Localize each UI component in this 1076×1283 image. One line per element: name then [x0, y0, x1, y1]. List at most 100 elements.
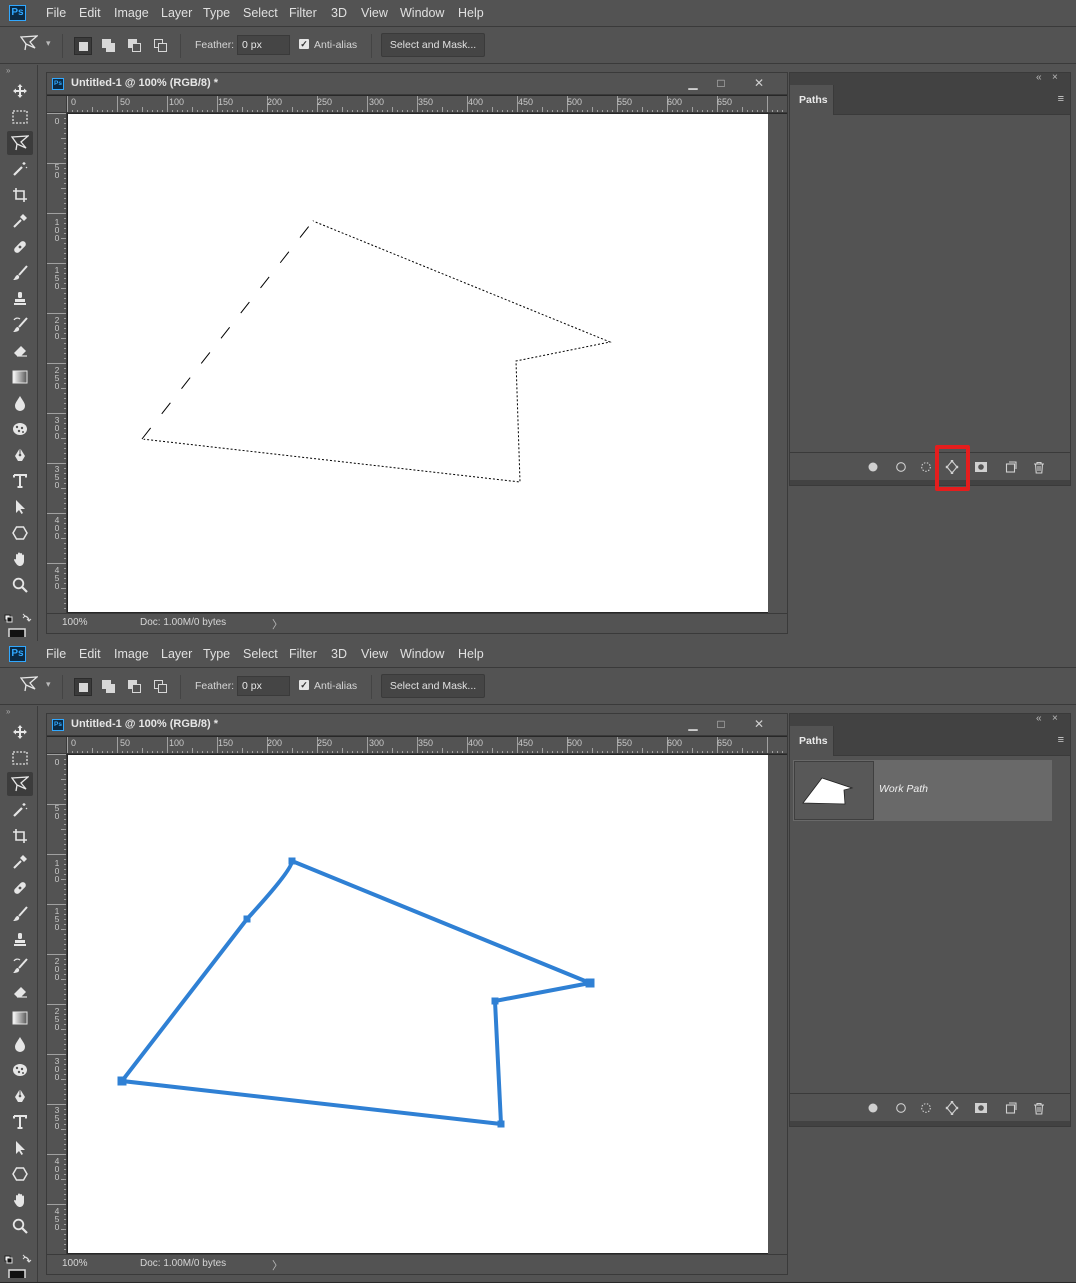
hand-icon[interactable] — [7, 547, 33, 571]
add-mask-icon[interactable] — [973, 1100, 989, 1116]
subtract-from-selection-mode-icon[interactable] — [126, 678, 144, 696]
gradient-icon[interactable] — [7, 365, 33, 389]
load-selection-icon[interactable] — [918, 459, 934, 475]
add-mask-icon[interactable] — [973, 459, 989, 475]
window-maximize-icon[interactable]: □ — [713, 717, 729, 731]
menu-window[interactable]: Window — [400, 647, 444, 661]
crop-icon[interactable] — [7, 824, 33, 848]
blur-icon[interactable] — [7, 1032, 33, 1056]
menu-edit[interactable]: Edit — [79, 647, 101, 661]
ruler-origin[interactable] — [47, 96, 67, 113]
ruler-origin[interactable] — [47, 737, 67, 754]
healing-brush-icon[interactable] — [7, 235, 33, 259]
polygonal-lasso-icon[interactable] — [7, 772, 33, 796]
tab-paths[interactable]: Paths — [790, 85, 834, 115]
shape-icon[interactable] — [7, 521, 33, 545]
fill-path-icon[interactable] — [865, 459, 881, 475]
tool-preset-chevron-down-icon[interactable]: ▾ — [46, 38, 51, 49]
menu-help[interactable]: Help — [458, 6, 484, 20]
zoom-icon[interactable] — [7, 1214, 33, 1238]
add-to-selection-mode-icon[interactable] — [100, 678, 118, 696]
foreground-background-colors[interactable] — [4, 613, 32, 640]
history-brush-icon[interactable] — [7, 313, 33, 337]
type-icon[interactable] — [7, 1110, 33, 1134]
anti-alias-checkbox[interactable]: ✓ — [299, 680, 309, 690]
menu-window[interactable]: Window — [400, 6, 444, 20]
menu-file[interactable]: File — [46, 6, 66, 20]
history-brush-icon[interactable] — [7, 954, 33, 978]
add-to-selection-mode-icon[interactable] — [100, 37, 118, 55]
zoom-level[interactable]: 100% — [62, 1258, 88, 1269]
menu-view[interactable]: View — [361, 647, 388, 661]
pen-icon[interactable] — [7, 1084, 33, 1108]
document-tab[interactable]: Ps Untitled-1 @ 100% (RGB/8) * ▁ □ ✕ — [47, 73, 787, 95]
eraser-icon[interactable] — [7, 980, 33, 1004]
delete-path-icon[interactable] — [1031, 1100, 1047, 1116]
tool-preset-chevron-down-icon[interactable]: ▾ — [46, 679, 51, 690]
toolbar-collapse-icon[interactable]: » — [6, 66, 11, 75]
status-menu-chevron-icon[interactable]: 〉 — [272, 616, 283, 632]
pen-icon[interactable] — [7, 443, 33, 467]
vertical-scrollbar[interactable] — [768, 114, 787, 613]
tool-preset-polygonal-lasso-icon[interactable] — [19, 35, 42, 55]
delete-path-icon[interactable] — [1031, 459, 1047, 475]
menu-type[interactable]: Type — [203, 647, 230, 661]
zoom-icon[interactable] — [7, 573, 33, 597]
select-and-mask-button[interactable]: Select and Mask... — [381, 33, 485, 57]
magic-wand-icon[interactable] — [7, 798, 33, 822]
intersect-selection-mode-icon[interactable] — [152, 37, 170, 55]
menu-help[interactable]: Help — [458, 647, 484, 661]
window-maximize-icon[interactable]: □ — [713, 76, 729, 90]
zoom-level[interactable]: 100% — [62, 617, 88, 628]
window-close-icon[interactable]: ✕ — [751, 76, 767, 90]
menu-image[interactable]: Image — [114, 647, 149, 661]
crop-icon[interactable] — [7, 183, 33, 207]
foreground-background-colors[interactable] — [4, 1254, 32, 1281]
new-path-icon[interactable] — [1003, 459, 1019, 475]
vertical-ruler[interactable]: 0 50 100 150 200 250 300 350 400 450 — [47, 754, 67, 1254]
panel-close-icon[interactable]: × — [1052, 713, 1058, 724]
feather-input[interactable]: 0 px — [237, 35, 290, 55]
select-and-mask-button[interactable]: Select and Mask... — [381, 674, 485, 698]
menu-3d[interactable]: 3D — [331, 6, 347, 20]
menu-3d[interactable]: 3D — [331, 647, 347, 661]
menu-layer[interactable]: Layer — [161, 6, 192, 20]
work-path-label[interactable]: Work Path — [879, 783, 928, 795]
fill-path-icon[interactable] — [865, 1100, 881, 1116]
eyedropper-icon[interactable] — [7, 209, 33, 233]
sponge-icon[interactable] — [7, 417, 33, 441]
magic-wand-icon[interactable] — [7, 157, 33, 181]
canvas[interactable] — [68, 755, 768, 1253]
panel-resize-grip[interactable] — [790, 1121, 1070, 1126]
load-selection-icon[interactable] — [918, 1100, 934, 1116]
window-minimize-icon[interactable]: ▁ — [685, 76, 701, 90]
vertical-ruler[interactable]: 0 50 100 150 200 250 300 350 400 450 — [47, 113, 67, 613]
document-tab[interactable]: Ps Untitled-1 @ 100% (RGB/8) * ▁ □ ✕ — [47, 714, 787, 736]
menu-image[interactable]: Image — [114, 6, 149, 20]
tool-preset-polygonal-lasso-icon[interactable] — [19, 676, 42, 696]
shape-icon[interactable] — [7, 1162, 33, 1186]
brush-icon[interactable] — [7, 261, 33, 285]
panel-close-icon[interactable]: × — [1052, 72, 1058, 83]
menu-edit[interactable]: Edit — [79, 6, 101, 20]
menu-select[interactable]: Select — [243, 6, 278, 20]
intersect-selection-mode-icon[interactable] — [152, 678, 170, 696]
stroke-path-icon[interactable] — [893, 1100, 909, 1116]
menu-file[interactable]: File — [46, 647, 66, 661]
path-selection-icon[interactable] — [7, 1136, 33, 1160]
type-icon[interactable] — [7, 469, 33, 493]
clone-stamp-icon[interactable] — [7, 287, 33, 311]
menu-select[interactable]: Select — [243, 647, 278, 661]
panel-menu-icon[interactable]: ≡ — [1058, 734, 1064, 746]
menu-filter[interactable]: Filter — [289, 647, 317, 661]
new-path-icon[interactable] — [1003, 1100, 1019, 1116]
horizontal-ruler[interactable]: 0 50 100 150 200 250 300 350 400 450 500 550 600 650 — [67, 96, 787, 113]
move-icon[interactable] — [7, 720, 33, 744]
menu-type[interactable]: Type — [203, 6, 230, 20]
window-minimize-icon[interactable]: ▁ — [685, 717, 701, 731]
clone-stamp-icon[interactable] — [7, 928, 33, 952]
hand-icon[interactable] — [7, 1188, 33, 1212]
healing-brush-icon[interactable] — [7, 876, 33, 900]
toolbar-collapse-icon[interactable]: » — [6, 707, 11, 716]
polygonal-lasso-icon[interactable] — [7, 131, 33, 155]
